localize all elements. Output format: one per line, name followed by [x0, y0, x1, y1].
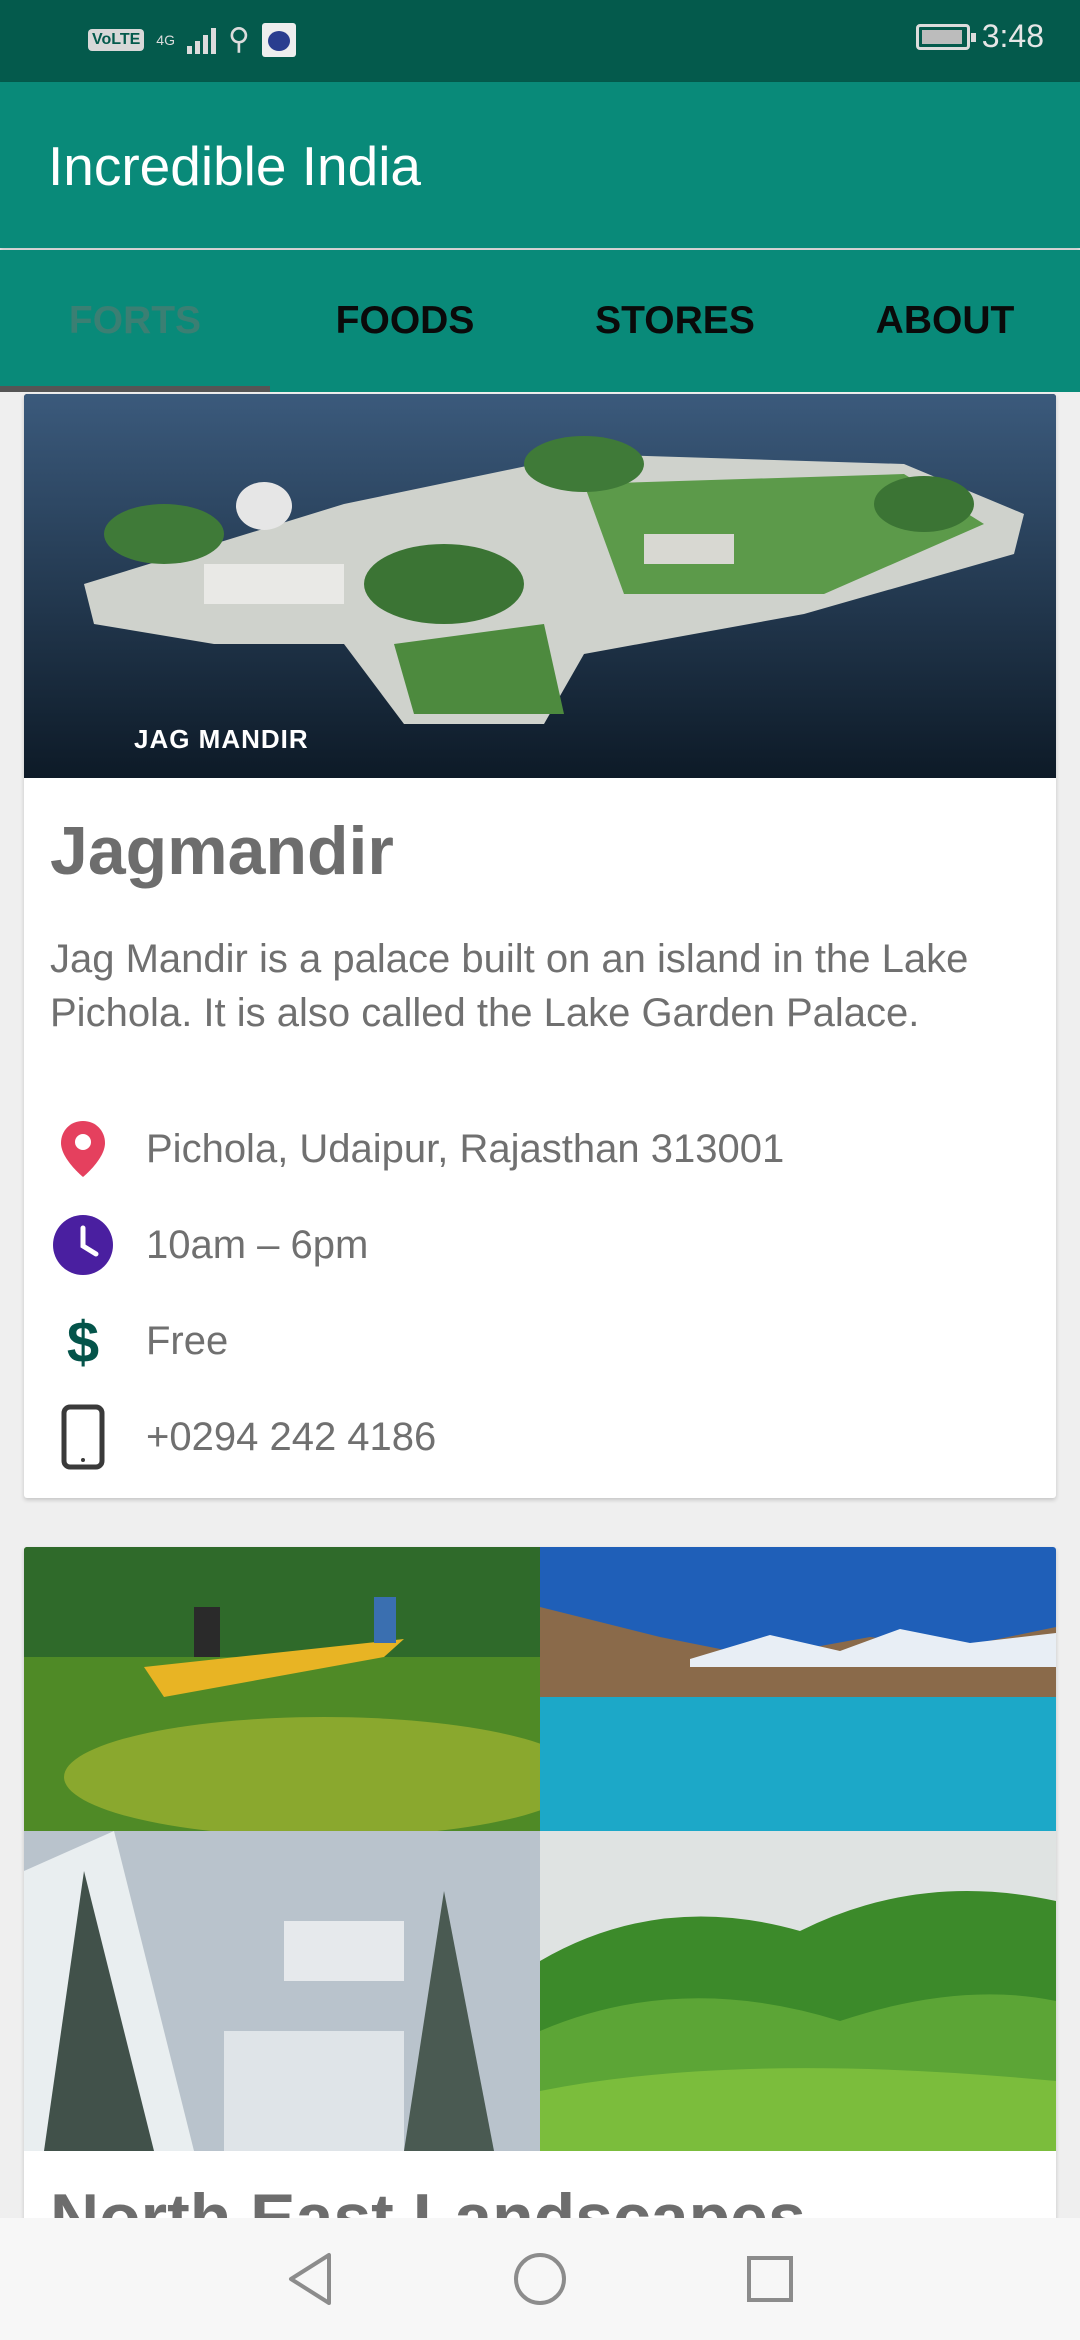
- recents-icon[interactable]: [730, 2239, 810, 2319]
- phone-text: +0294 242 4186: [146, 1414, 437, 1459]
- tab-stores[interactable]: STORES: [540, 250, 810, 392]
- clock-icon: [50, 1212, 116, 1278]
- location-icon: [50, 1116, 116, 1182]
- place-title: North East Landscapes: [50, 2180, 806, 2218]
- place-photo: JAG MANDIR: [24, 394, 1056, 778]
- network-type: 4G: [156, 31, 175, 48]
- signal-icon: [186, 26, 216, 54]
- back-icon[interactable]: [270, 2239, 350, 2319]
- photo-caption: JAG MANDIR: [134, 724, 309, 754]
- place-description: Jag Mandir is a palace built on an islan…: [50, 937, 969, 1035]
- tab-bar: FORTS FOODS STORES ABOUT: [0, 250, 1080, 392]
- place-card[interactable]: North East Landscapes: [24, 1547, 1056, 2218]
- phone-icon: [50, 1404, 116, 1470]
- status-right: 3:48: [915, 18, 1044, 55]
- status-left: VoLTE 4G ⚲: [88, 22, 296, 57]
- place-card[interactable]: JAG MANDIR Jagmandir Jag Mandir is a pal…: [24, 394, 1056, 1498]
- mountain-lake-photo: [540, 1547, 1056, 1831]
- fee-text: Free: [146, 1318, 229, 1363]
- status-bar: VoLTE 4G ⚲ 3:48: [0, 0, 1080, 82]
- place-photo-collage: [24, 1547, 1056, 2151]
- tab-about[interactable]: ABOUT: [810, 250, 1080, 392]
- green-hills-photo: [540, 1831, 1056, 2151]
- battery-icon: [915, 23, 976, 50]
- screen: VoLTE 4G ⚲ 3:48 Incredible India FORTS F…: [0, 0, 1080, 2340]
- tab-foods[interactable]: FOODS: [270, 250, 540, 392]
- address-text: Pichola, Udaipur, Rajasthan 313001: [146, 1126, 785, 1171]
- home-icon[interactable]: [500, 2239, 580, 2319]
- place-title: Jagmandir: [50, 813, 394, 889]
- phone-row[interactable]: +0294 242 4186: [50, 1402, 436, 1472]
- volte-icon: VoLTE: [88, 28, 145, 51]
- hours-row: 10am – 6pm: [50, 1210, 368, 1280]
- usb-icon: ⚲: [227, 23, 250, 56]
- lake-boat-photo: [24, 1547, 540, 1831]
- app-bar: Incredible India: [0, 82, 1080, 248]
- fee-row: $ Free: [50, 1306, 228, 1376]
- address-row[interactable]: Pichola, Udaipur, Rajasthan 313001: [50, 1114, 784, 1184]
- tab-forts[interactable]: FORTS: [0, 250, 270, 392]
- hours-text: 10am – 6pm: [146, 1222, 369, 1267]
- snowy-town-photo: [24, 1831, 540, 2151]
- card-list[interactable]: JAG MANDIR Jagmandir Jag Mandir is a pal…: [0, 392, 1080, 2218]
- svg-text:$: $: [67, 1310, 99, 1372]
- status-time: 3:48: [981, 18, 1044, 54]
- navigation-bar: [0, 2218, 1080, 2340]
- app-title: Incredible India: [48, 135, 422, 197]
- dollar-icon: $: [50, 1308, 116, 1374]
- notification-icon: [261, 22, 296, 57]
